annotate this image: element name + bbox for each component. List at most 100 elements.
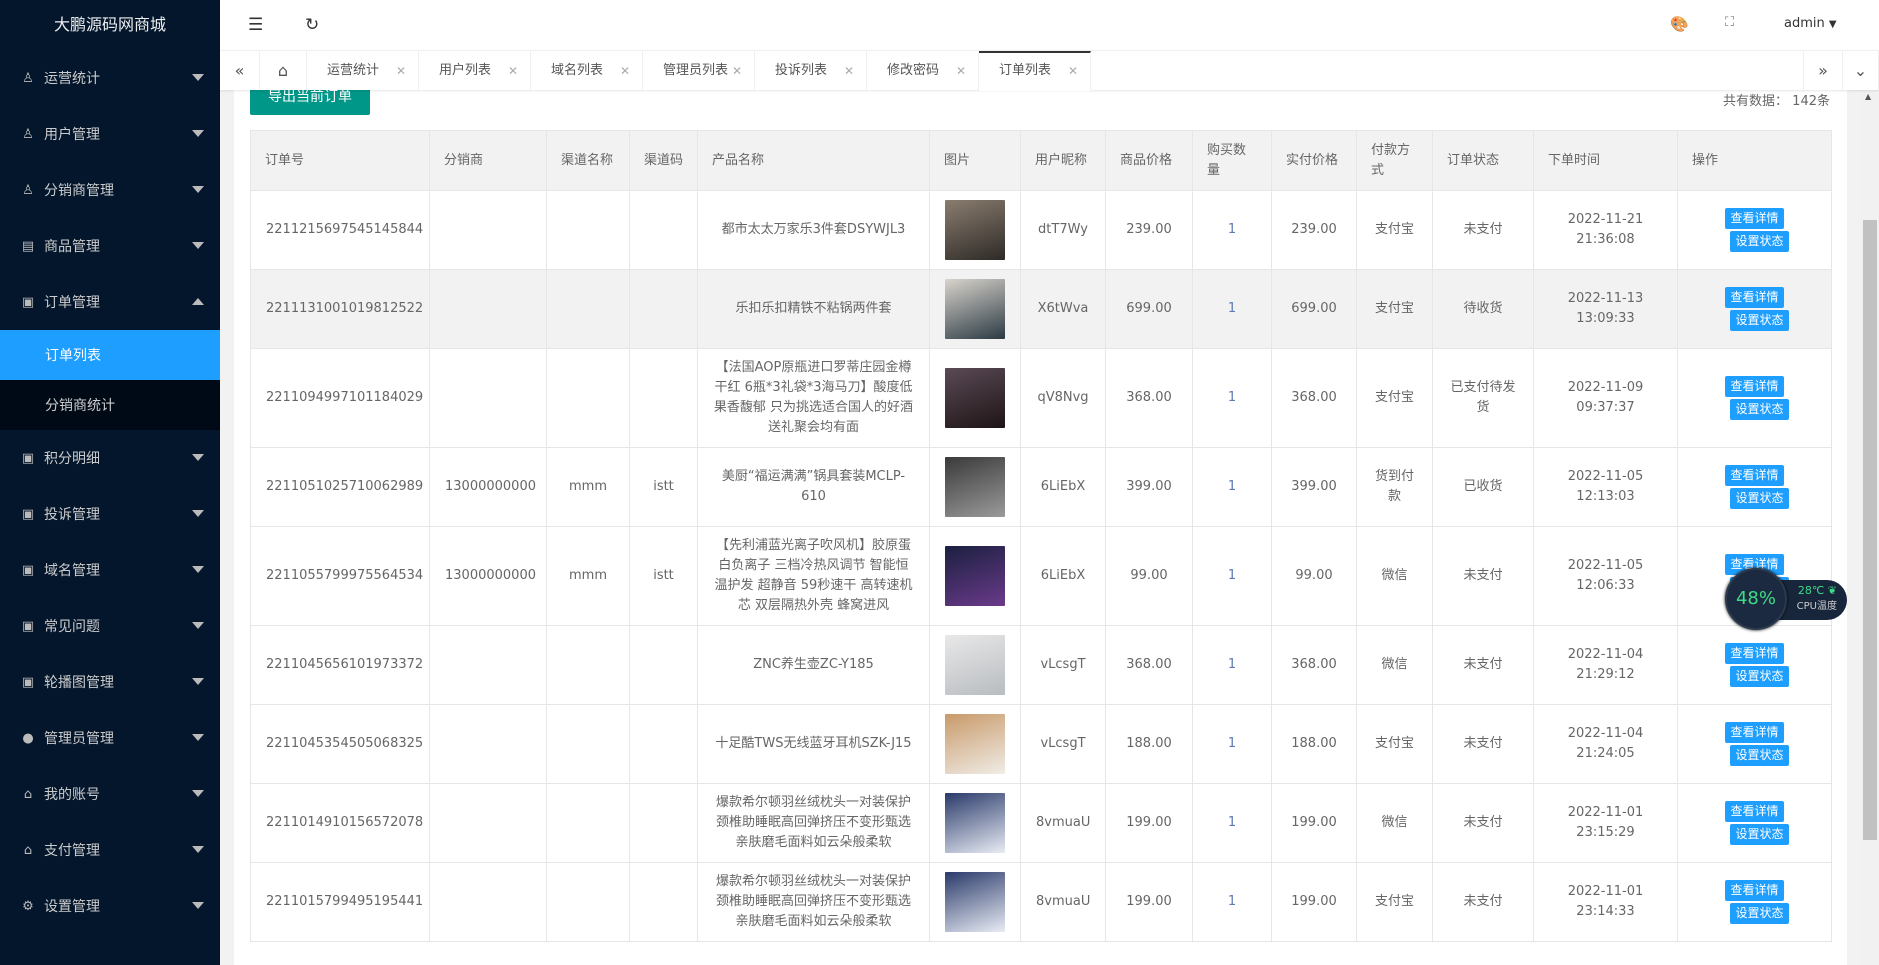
close-icon[interactable]: ✕ (396, 51, 406, 91)
tab-item[interactable]: 域名列表✕ (531, 51, 643, 91)
close-icon[interactable]: ✕ (956, 51, 966, 91)
set-status-button[interactable]: 设置状态 (1730, 666, 1788, 687)
view-details-button[interactable]: 查看详情 (1725, 287, 1783, 308)
view-details-button[interactable]: 查看详情 (1725, 722, 1783, 743)
chevron-down-icon (192, 790, 204, 797)
cell-paid: 99.00 (1272, 527, 1357, 626)
close-icon[interactable]: ✕ (732, 51, 742, 91)
scroll-up-icon[interactable]: ▲ (1865, 92, 1871, 101)
tab-home-icon[interactable]: ⌂ (260, 51, 307, 90)
fullscreen-icon[interactable]: ⛶ (1725, 15, 1734, 30)
column-header: 操作 (1678, 131, 1832, 191)
cell-nickname: vLcsgT (1021, 705, 1106, 784)
view-details-button[interactable]: 查看详情 (1725, 880, 1783, 901)
set-status-button[interactable]: 设置状态 (1730, 745, 1788, 766)
sidebar-subitem[interactable]: 订单列表 (0, 330, 220, 380)
cell-channel-name (547, 349, 630, 448)
sidebar-item[interactable]: ▣常见问题 (0, 598, 220, 654)
cell-order-no: 2211015799495195441 (251, 863, 430, 942)
tab-item[interactable]: 订单列表✕ (979, 51, 1091, 91)
order-date: 2022-11-05 (1549, 556, 1662, 576)
cell-channel-code (630, 191, 698, 270)
tab-item[interactable]: 管理员列表✕ (643, 51, 755, 91)
cpu-usage-gauge: 48% (1725, 568, 1787, 630)
cell-image (930, 863, 1021, 942)
cell-paid: 188.00 (1272, 705, 1357, 784)
file-icon: ▤ (20, 239, 36, 254)
product-thumbnail[interactable] (945, 793, 1005, 853)
close-icon[interactable]: ✕ (1068, 53, 1078, 89)
app-logo-title: 大鹏源码网商城 (0, 0, 220, 50)
user-menu[interactable]: admin ▼ (1784, 16, 1837, 31)
view-details-button[interactable]: 查看详情 (1725, 643, 1783, 664)
set-status-button[interactable]: 设置状态 (1730, 231, 1788, 252)
image-icon: ▣ (20, 619, 36, 634)
cell-channel-name: mmm (547, 527, 630, 626)
sidebar-item[interactable]: ▣订单管理 (0, 274, 220, 330)
sidebar-item[interactable]: ▣域名管理 (0, 542, 220, 598)
sidebar-item[interactable]: ⚙设置管理 (0, 878, 220, 934)
sidebar-item[interactable]: ▣积分明细 (0, 430, 220, 486)
product-thumbnail[interactable] (945, 714, 1005, 774)
close-icon[interactable]: ✕ (508, 51, 518, 91)
cell-channel-code: istt (630, 527, 698, 626)
set-status-button[interactable]: 设置状态 (1730, 903, 1788, 924)
sidebar-item[interactable]: ♙分销商管理 (0, 162, 220, 218)
sidebar-item[interactable]: ♙用户管理 (0, 106, 220, 162)
cpu-monitor-widget[interactable]: 28℃ ❦ CPU温度 48% (1725, 568, 1849, 630)
product-thumbnail[interactable] (945, 546, 1005, 606)
cell-order-time: 2022-11-0123:14:33 (1534, 863, 1678, 942)
column-header: 商品价格 (1106, 131, 1193, 191)
tab-item[interactable]: 运营统计✕ (307, 51, 419, 91)
cell-status: 未支付 (1433, 784, 1534, 863)
tab-label: 投诉列表 (775, 63, 827, 78)
sidebar-item[interactable]: ▣投诉管理 (0, 486, 220, 542)
product-thumbnail[interactable] (945, 200, 1005, 260)
product-thumbnail[interactable] (945, 368, 1005, 428)
sidebar-item[interactable]: ♙运营统计 (0, 50, 220, 106)
set-status-button[interactable]: 设置状态 (1730, 399, 1788, 420)
view-details-button[interactable]: 查看详情 (1725, 208, 1783, 229)
scrollbar-thumb[interactable] (1863, 220, 1877, 840)
sidebar-item[interactable]: ●管理员管理 (0, 710, 220, 766)
cell-actions: 查看详情设置状态 (1678, 349, 1832, 448)
sidebar-item[interactable]: ▣轮播图管理 (0, 654, 220, 710)
cell-distributor (430, 863, 547, 942)
product-thumbnail[interactable] (945, 635, 1005, 695)
tab-item[interactable]: 用户列表✕ (419, 51, 531, 91)
sidebar-item[interactable]: ⌂我的账号 (0, 766, 220, 822)
product-thumbnail[interactable] (945, 457, 1005, 517)
cell-qty: 1 (1193, 448, 1272, 527)
close-icon[interactable]: ✕ (844, 51, 854, 91)
tab-item[interactable]: 投诉列表 ✕ (755, 51, 867, 91)
user-icon: ♙ (20, 183, 36, 198)
tab-item[interactable]: 修改密码✕ (867, 51, 979, 91)
view-details-button[interactable]: 查看详情 (1725, 376, 1783, 397)
cell-image (930, 270, 1021, 349)
product-thumbnail[interactable] (945, 872, 1005, 932)
tabs-scroll-left-icon[interactable]: « (220, 51, 260, 90)
page-scrollbar[interactable]: ▲ (1860, 90, 1879, 965)
set-status-button[interactable]: 设置状态 (1730, 310, 1788, 331)
view-details-button[interactable]: 查看详情 (1725, 801, 1783, 822)
sidebar-item[interactable]: ⌂支付管理 (0, 822, 220, 878)
set-status-button[interactable]: 设置状态 (1730, 824, 1788, 845)
sidebar-subitem[interactable]: 分销商统计 (0, 380, 220, 430)
cell-channel-name (547, 191, 630, 270)
refresh-icon[interactable]: ↻ (305, 15, 319, 35)
cell-pay-method: 微信 (1357, 784, 1433, 863)
sidebar-item[interactable]: ▤商品管理 (0, 218, 220, 274)
set-status-button[interactable]: 设置状态 (1730, 488, 1788, 509)
cell-nickname: 8vmuaU (1021, 784, 1106, 863)
export-orders-button[interactable]: 导出当前订单 (250, 90, 370, 115)
tabs-scroll-right-icon[interactable]: » (1803, 51, 1843, 90)
product-thumbnail[interactable] (945, 279, 1005, 339)
sidebar-item-label: 积分明细 (44, 448, 100, 468)
person-icon: ● (20, 731, 36, 746)
chevron-down-icon (192, 678, 204, 685)
tabs-dropdown-icon[interactable]: ⌄ (1843, 51, 1879, 90)
view-details-button[interactable]: 查看详情 (1725, 465, 1783, 486)
close-icon[interactable]: ✕ (620, 51, 630, 91)
theme-palette-icon[interactable]: 🎨 (1670, 15, 1689, 33)
collapse-menu-icon[interactable]: ☰ (248, 15, 263, 35)
